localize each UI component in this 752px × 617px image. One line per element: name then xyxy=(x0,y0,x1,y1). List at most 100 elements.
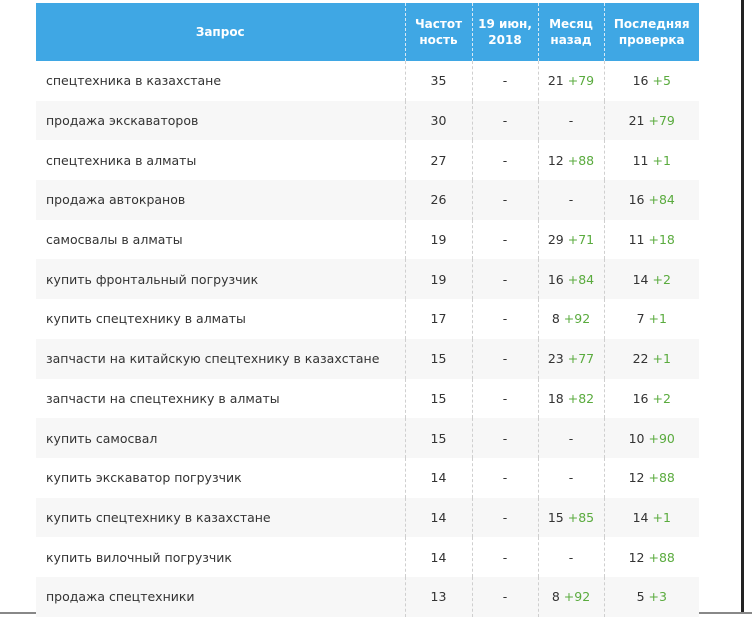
date-position: - xyxy=(502,152,508,168)
last-check-cell: 5 +3 xyxy=(603,576,699,617)
query-cell: купить экскаватор погрузчик xyxy=(36,458,405,498)
frequency-value: 27 xyxy=(430,152,447,168)
query-text: самосвалы в алматы xyxy=(46,232,183,248)
frequency-cell: 14 xyxy=(404,537,472,577)
frequency-cell: 35 xyxy=(404,61,472,101)
frequency-value: 14 xyxy=(430,509,447,525)
month-position: 8 xyxy=(551,589,560,605)
date-cell: - xyxy=(471,497,538,538)
last-position: 5 xyxy=(636,589,645,605)
last-check-cell: 14 +2 xyxy=(603,259,699,300)
month-ago-cell: 12 +88 xyxy=(537,140,604,181)
table-row: купить спецтехнику в алматы 17-8 +92 7 +1 xyxy=(36,299,699,339)
header-date[interactable]: 19 июн, 2018 xyxy=(471,3,538,61)
last-delta: +18 xyxy=(648,232,675,248)
month-position: 8 xyxy=(551,311,560,327)
month-ago-cell: - xyxy=(537,418,604,458)
last-delta: +79 xyxy=(648,113,675,129)
date-cell: - xyxy=(471,418,538,458)
date-position: - xyxy=(502,390,508,406)
query-text: запчасти на китайскую спецтехнику в каза… xyxy=(46,351,380,367)
last-check-cell: 16 +5 xyxy=(603,61,699,101)
date-position: - xyxy=(502,509,508,525)
frequency-value: 15 xyxy=(430,430,447,446)
month-position: 15 xyxy=(547,509,564,525)
date-position: - xyxy=(502,311,508,327)
date-cell: - xyxy=(471,457,538,498)
query-cell: купить спецтехнику в алматы xyxy=(36,299,405,339)
frequency-cell: 13 xyxy=(404,576,472,617)
last-position: 21 xyxy=(628,113,645,129)
last-position: 16 xyxy=(632,390,649,406)
last-delta: +5 xyxy=(652,73,671,89)
query-cell: запчасти на спецтехнику в алматы xyxy=(36,379,405,419)
month-position: - xyxy=(568,470,574,486)
query-cell: спецтехника в казахстане xyxy=(36,61,405,101)
table-row: запчасти на спецтехнику в алматы 15 - 18 +8… xyxy=(36,378,699,419)
month-ago-cell: - xyxy=(537,457,604,498)
last-check-cell: 11 +18 xyxy=(603,219,699,260)
month-ago-cell: - xyxy=(537,537,604,577)
query-cell: продажа спецтехники xyxy=(36,576,405,617)
last-check-cell: 10 +90 xyxy=(603,418,699,458)
query-cell: продажа экскаваторов xyxy=(36,100,405,141)
header-query[interactable]: Запрос xyxy=(36,3,405,61)
date-cell: - xyxy=(471,537,538,577)
last-delta: +1 xyxy=(648,311,667,327)
month-delta: +88 xyxy=(567,152,595,168)
month-position: - xyxy=(568,430,574,446)
last-delta: +1 xyxy=(652,152,671,168)
table-row: купить фронтальный погрузчик 19-16 +84 14 … xyxy=(36,259,699,300)
date-cell: - xyxy=(471,576,538,617)
last-check-cell: 12 +88 xyxy=(603,537,699,577)
month-ago-cell: 15 +85 xyxy=(537,497,604,538)
month-delta: +77 xyxy=(567,351,595,367)
header-frequency[interactable]: Частот ность xyxy=(404,3,472,61)
frequency-value: 26 xyxy=(430,192,447,208)
month-delta: +82 xyxy=(567,390,595,406)
date-position: - xyxy=(502,549,508,565)
date-cell: - xyxy=(471,219,538,260)
query-text: купить спецтехнику в казахстане xyxy=(46,509,271,525)
header-month-ago[interactable]: Месяц назад xyxy=(537,3,604,61)
query-cell: продажа автокранов xyxy=(36,180,405,220)
last-check-cell: 12 +88 xyxy=(603,457,699,498)
month-ago-cell: - xyxy=(537,180,604,220)
last-delta: +88 xyxy=(648,549,675,565)
keyword-positions-table: Запрос Частот ность 19 июн, 2018 Месяц н… xyxy=(36,3,699,617)
right-border xyxy=(741,0,744,614)
header-last-check[interactable]: Последняя проверка xyxy=(603,3,699,61)
query-cell: купить вилочный погрузчик xyxy=(36,537,405,577)
table-row: спецтехника в казахстане 35-21 +79 16 +5 xyxy=(36,61,699,101)
query-text: купить экскаватор погрузчик xyxy=(46,470,242,486)
last-delta: +1 xyxy=(652,509,671,525)
last-position: 14 xyxy=(632,271,649,287)
month-delta: +92 xyxy=(563,311,591,327)
table-row: спецтехника в алматы 27-12 +88 11 +1 xyxy=(36,140,699,181)
last-delta: +2 xyxy=(652,271,671,287)
frequency-cell: 15 xyxy=(404,338,472,379)
month-delta: +79 xyxy=(567,73,595,89)
last-position: 12 xyxy=(628,470,645,486)
frequency-cell: 14 xyxy=(404,497,472,538)
month-position: - xyxy=(568,549,574,565)
frequency-value: 17 xyxy=(430,311,447,327)
query-text: спецтехника в алматы xyxy=(46,152,197,168)
date-position: - xyxy=(502,589,508,605)
date-cell: - xyxy=(471,378,538,419)
frequency-value: 19 xyxy=(430,271,447,287)
table-row: купить экскаватор погрузчик 14 - - 12 +88 xyxy=(36,457,699,498)
date-position: - xyxy=(502,351,508,367)
query-text: купить фронтальный погрузчик xyxy=(46,271,259,287)
month-ago-cell: 8 +92 xyxy=(537,299,604,339)
query-text: купить самосвал xyxy=(46,430,158,446)
frequency-cell: 19 xyxy=(404,219,472,260)
frequency-cell: 17 xyxy=(404,299,472,339)
last-check-cell: 14 +1 xyxy=(603,497,699,538)
last-check-cell: 21 +79 xyxy=(603,100,699,141)
last-check-cell: 7 +1 xyxy=(603,299,699,339)
query-text: продажа экскаваторов xyxy=(46,113,199,129)
last-position: 7 xyxy=(636,311,645,327)
last-delta: +84 xyxy=(648,192,675,208)
date-cell: - xyxy=(471,299,538,339)
